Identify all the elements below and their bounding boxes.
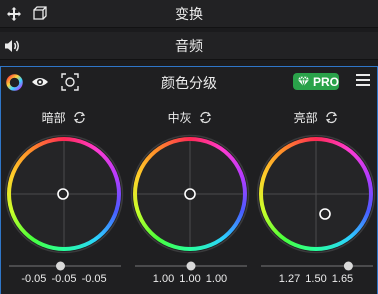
- transform-title: 变换: [175, 7, 203, 23]
- shadows-reset-icon[interactable]: [73, 111, 86, 124]
- audio-section-header[interactable]: 音频: [0, 32, 378, 60]
- midtones-value-2: 1.00: [179, 273, 201, 285]
- highlights-slider-thumb[interactable]: [343, 261, 353, 271]
- shadows-slider[interactable]: [9, 261, 121, 271]
- highlights-slider[interactable]: [261, 261, 373, 271]
- midtones-wheel-handle[interactable]: [184, 188, 196, 200]
- highlights-wheel-group: 亮部 1.27 1.50 1.65: [253, 67, 378, 294]
- shadows-color-wheel[interactable]: [3, 133, 125, 255]
- color-grading-panel: 颜色分级 PRO 暗部 -0.05 -0.05 -0.05 中灰 1.00 1.…: [0, 66, 378, 294]
- midtones-label: 中灰: [167, 111, 192, 125]
- highlights-value-3: 1.65: [331, 273, 354, 285]
- shadows-value-3: -0.05: [81, 273, 107, 285]
- midtones-values: 1.00 1.00 1.00: [127, 273, 253, 285]
- midtones-slider[interactable]: [135, 261, 247, 271]
- shadows-values: -0.05 -0.05 -0.05: [1, 273, 127, 285]
- midtones-reset-icon[interactable]: [199, 111, 212, 124]
- midtones-slider-thumb[interactable]: [186, 261, 196, 271]
- midtones-value-3: 1.00: [205, 273, 228, 285]
- shadows-slider-thumb[interactable]: [56, 261, 65, 271]
- highlights-wheel-handle[interactable]: [319, 208, 331, 220]
- midtones-color-wheel[interactable]: [129, 133, 251, 255]
- shadows-wheel-group: 暗部 -0.05 -0.05 -0.05: [1, 67, 127, 294]
- transform-section-header[interactable]: 变换: [0, 0, 378, 28]
- shadows-label: 暗部: [41, 111, 66, 125]
- highlights-value-1: 1.27: [278, 273, 301, 285]
- shadows-value-2: -0.05: [51, 273, 77, 285]
- highlights-color-wheel[interactable]: [255, 133, 377, 255]
- shadows-wheel-handle[interactable]: [57, 188, 69, 200]
- highlights-reset-icon[interactable]: [325, 111, 338, 124]
- audio-title: 音频: [175, 39, 203, 55]
- midtones-wheel-group: 中灰 1.00 1.00 1.00: [127, 67, 253, 294]
- shadows-value-1: -0.05: [21, 273, 47, 285]
- highlights-value-2: 1.50: [305, 273, 327, 285]
- highlights-values: 1.27 1.50 1.65: [253, 273, 378, 285]
- highlights-label: 亮部: [293, 111, 318, 125]
- midtones-value-1: 1.00: [152, 273, 175, 285]
